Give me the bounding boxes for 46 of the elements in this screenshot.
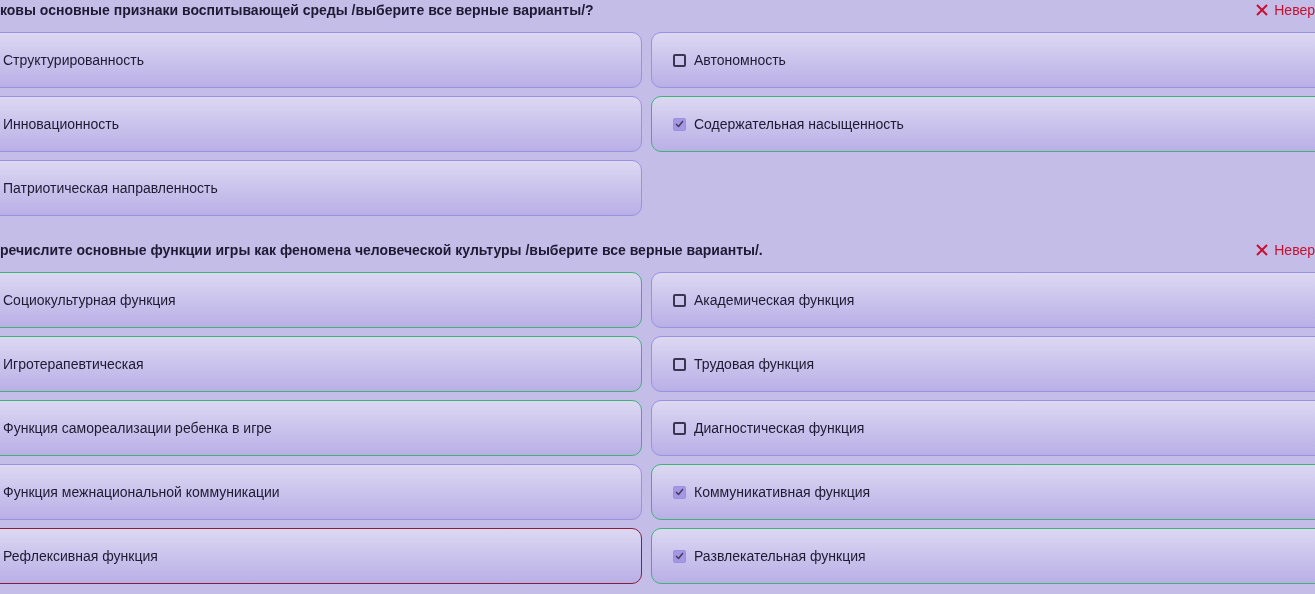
answer-option[interactable]: Диагностическая функция: [651, 400, 1315, 456]
checkbox[interactable]: [673, 53, 686, 67]
verdict-text: Невер: [1274, 242, 1315, 258]
option-label: Функция самореализации ребенка в игре: [3, 420, 272, 436]
cross-icon: [1256, 4, 1269, 16]
check-icon: [675, 488, 684, 496]
question-text: речислите основные функции игры как феномена человеческой культуры /выберите все верные варианты/.: [0, 242, 763, 258]
option-label: Структурированность: [3, 52, 145, 68]
checkbox[interactable]: [673, 421, 686, 435]
option-label: Инновационность: [3, 116, 119, 132]
checkbox[interactable]: [673, 357, 686, 371]
option-label: Функция межнациональной коммуникации: [3, 484, 280, 500]
answer-option[interactable]: Трудовая функция: [651, 336, 1315, 392]
question-text: ковы основные признаки воспитывающей среды /выберите все верные варианты/?: [0, 2, 594, 18]
check-icon: [675, 120, 684, 128]
answer-option[interactable]: Инновационность: [0, 96, 642, 152]
answer-option[interactable]: Содержательная насыщенность: [651, 96, 1315, 152]
answer-option[interactable]: Автономность: [651, 32, 1315, 88]
option-label: Академическая функция: [694, 292, 855, 308]
answer-option[interactable]: Рефлексивная функция: [0, 528, 642, 584]
answer-option[interactable]: Академическая функция: [651, 272, 1315, 328]
option-label: Рефлексивная функция: [3, 548, 158, 564]
checkbox[interactable]: [673, 485, 686, 499]
answer-option[interactable]: Функция межнациональной коммуникации: [0, 464, 642, 520]
answer-option[interactable]: Развлекательная функция: [651, 528, 1315, 584]
cross-icon: [1256, 244, 1269, 256]
answer-option[interactable]: Структурированность: [0, 32, 642, 88]
option-label: Трудовая функция: [694, 356, 815, 372]
option-label: Содержательная насыщенность: [694, 116, 904, 132]
option-label: Диагностическая функция: [694, 420, 865, 436]
checkbox[interactable]: [673, 293, 686, 307]
option-label: Коммуникативная функция: [694, 484, 871, 500]
answer-option[interactable]: Социокультурная функция: [0, 272, 642, 328]
answer-option[interactable]: Коммуникативная функция: [651, 464, 1315, 520]
verdict-text: Невер: [1274, 2, 1315, 18]
option-label: Игротерапевтическая: [3, 356, 144, 372]
answer-option[interactable]: Функция самореализации ребенка в игре: [0, 400, 642, 456]
option-label: Развлекательная функция: [694, 548, 866, 564]
option-label: Социокультурная функция: [3, 292, 176, 308]
option-label: Автономность: [694, 52, 786, 68]
checkbox[interactable]: [673, 117, 686, 131]
answer-option[interactable]: Патриотическая направленность: [0, 160, 642, 216]
checkbox[interactable]: [673, 549, 686, 563]
check-icon: [675, 552, 684, 560]
answer-option[interactable]: Игротерапевтическая: [0, 336, 642, 392]
option-label: Патриотическая направленность: [3, 180, 218, 196]
